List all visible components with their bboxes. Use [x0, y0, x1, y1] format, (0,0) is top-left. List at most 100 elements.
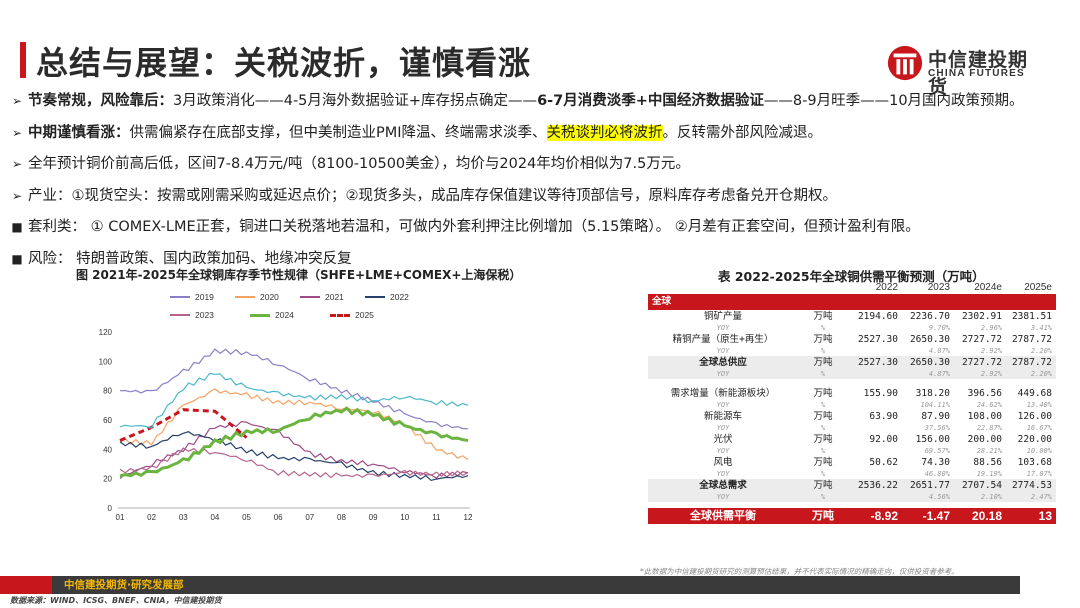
cell-value: 2302.91	[961, 311, 1002, 322]
legend-item: 2022	[365, 288, 430, 306]
square-bullet-icon: ■	[11, 220, 23, 234]
yoy-value: 104.11%	[920, 401, 950, 409]
company-logo: 中信建投期货 CHINA FUTURES	[886, 44, 1046, 98]
page-title: 总结与展望：关税波折，谨慎看涨	[36, 44, 532, 82]
yoy-row: YOY% 46.80% 19.19% 17.07%	[648, 469, 1056, 479]
yoy-value: 4.56%	[928, 493, 950, 501]
supply-demand-table: 2022 2023 2024e 2025e 全球 铜矿产量 万吨 2194.60 22…	[648, 281, 1056, 524]
x-tick-label: 05	[242, 513, 251, 522]
legend-label: 2019	[195, 292, 214, 302]
y-tick-label: 20	[103, 475, 112, 484]
yoy-label: YOY	[716, 447, 730, 455]
yoy-unit: %	[820, 324, 826, 332]
x-tick-label: 06	[274, 513, 283, 522]
yoy-unit: %	[820, 424, 826, 432]
yoy-value: 2.47%	[1030, 493, 1052, 501]
arrow-bullet-icon: ➢	[11, 157, 23, 171]
series-line-2019	[119, 348, 469, 430]
legend-swatch	[330, 313, 350, 317]
yoy-unit: %	[820, 470, 826, 478]
cell-value: 155.90	[863, 388, 898, 399]
row-unit: 万吨	[813, 411, 833, 422]
x-tick-label: 08	[337, 513, 346, 522]
bullet-bold-label: 中期谨慎看涨：	[28, 124, 130, 141]
cell-value: 396.56	[967, 388, 1002, 399]
cell-value: 2727.72	[961, 334, 1002, 345]
bullet-text-tail: ——8-9月旺季——10月国内政策预期。	[763, 93, 1024, 109]
legend-item: 2020	[235, 288, 300, 306]
yoy-unit: %	[820, 347, 826, 355]
row-label: 需求增量（新能源板块）	[670, 388, 776, 399]
table-row: 全球总供应 万吨 2527.30 2650.30 2727.72 2787.72	[648, 356, 1056, 369]
yoy-value: 24.62%	[976, 401, 1002, 409]
y-tick-label: 100	[99, 357, 113, 366]
table-row: 需求增量（新能源板块） 万吨 155.90 318.20 396.56 449.68	[648, 387, 1056, 400]
yoy-label: YOY	[716, 370, 730, 378]
bullet-price-forecast: ➢ 全年预计铜价前高后低，区间7-8.4万元/吨（8100-10500美金），均价…	[6, 151, 1076, 183]
cell-value: 2527.30	[857, 334, 898, 345]
x-tick-label: 12	[464, 513, 473, 522]
data-source: 数据来源：WIND、ICSG、BNEF、CNIA，中信建投期货	[10, 596, 222, 605]
cell-value: 2651.77	[909, 480, 950, 491]
row-unit: 万吨	[813, 311, 833, 322]
table-row: 精铜产量（原生+再生） 万吨 2527.30 2650.30 2727.72 2787.7…	[648, 333, 1056, 346]
yoy-value: 9.70%	[928, 324, 950, 332]
yoy-value: 2.10%	[980, 493, 1002, 501]
cell-value: 88.56	[973, 457, 1002, 468]
summary-bullets: ➢ 节奏常规，风险靠后：3月政策消化——4-5月海外数据验证+库存拐点确定——6-…	[6, 88, 1076, 277]
table-row: 光伏 万吨 92.00 156.00 200.00 220.00	[648, 433, 1056, 446]
yoy-label: YOY	[716, 493, 730, 501]
yoy-value: 4.87%	[928, 370, 950, 378]
arrow-bullet-icon: ➢	[11, 188, 23, 203]
yoy-row: YOY% 69.57% 28.21% 10.00%	[648, 446, 1056, 456]
cell-value: 2787.72	[1011, 357, 1052, 368]
cell-value: 2650.30	[909, 357, 950, 368]
bullet-text: 供需偏紧存在底部支撑，但中美制造业PMI降温、终端需求淡季、	[129, 124, 547, 141]
square-bullet-icon: ■	[11, 251, 23, 266]
yoy-value: 4.87%	[928, 347, 950, 355]
y-tick-label: 60	[103, 416, 112, 425]
row-unit: 万吨	[813, 434, 833, 445]
yoy-unit: %	[820, 447, 826, 455]
table-body: 铜矿产量 万吨 2194.60 2236.70 2302.91 2381.51 YOY% 9.…	[648, 310, 1056, 502]
cell-value: 200.00	[967, 434, 1002, 445]
legend-swatch	[170, 296, 190, 298]
cell-value: 92.00	[869, 434, 898, 445]
bullet-bold-text: 6-7月消费淡季+中国经济数据验证	[537, 93, 764, 109]
legend-swatch	[170, 314, 190, 316]
yoy-value: 10.00%	[1026, 447, 1052, 455]
year-header: 2022	[875, 282, 898, 293]
yoy-value: 37.56%	[924, 424, 950, 432]
cell-value: 2787.72	[1011, 334, 1052, 345]
arrow-bullet-icon: ➢	[11, 125, 23, 140]
yoy-value: 69.57%	[924, 447, 950, 455]
bullet-industry: ➢ 产业：①现货空头：按需或刚需采购或延迟点价；②现货多头，成品库存保值建议等待顶…	[6, 183, 1076, 215]
legend-label: 2020	[260, 292, 279, 302]
yoy-value: 3.41%	[1030, 324, 1052, 332]
title-accent-bar	[20, 42, 26, 78]
year-header: 2025e	[1024, 282, 1052, 293]
table-header-row: 2022 2023 2024e 2025e	[648, 281, 1056, 294]
legend-label: 2022	[390, 292, 409, 302]
yoy-row: YOY% 4.56% 2.10% 2.47%	[648, 492, 1056, 502]
inventory-seasonality-chart: 0 20 40 60 80 100 120 01 02 03 04 05 06 07 08 09 10 11 12	[99, 328, 473, 522]
row-label: 风电	[713, 457, 733, 468]
yoy-value: 2.92%	[980, 347, 1002, 355]
footer-bar: 中信建投期货·研究发展部	[0, 576, 1080, 594]
balance-value: 13	[1038, 509, 1052, 523]
x-tick-label: 10	[400, 513, 409, 522]
bullet-text: 3月政策消化——4-5月海外数据验证+库存拐点确定——	[173, 93, 538, 109]
cell-value: 2194.60	[857, 311, 898, 322]
citic-logo-icon	[887, 45, 923, 81]
bullet-text: 风险： 特朗普政策、国内政策加码、地缘冲突反复	[28, 250, 352, 267]
legend-item: 2021	[300, 288, 365, 306]
yoy-row: YOY% 104.11% 24.62% 13.40%	[648, 400, 1056, 410]
yoy-label: YOY	[716, 324, 730, 332]
cell-value: 87.90	[921, 411, 950, 422]
legend-swatch	[250, 313, 270, 317]
bullet-arbitrage: ■ 套利类： ① COMEX-LME正套，铜进口关税落地若温和，可做内外套利押注比…	[6, 214, 1076, 246]
y-tick-label: 0	[108, 504, 113, 513]
yoy-value: 2.20%	[1030, 370, 1052, 378]
legend-swatch	[235, 296, 255, 298]
row-label: 全球总供应	[699, 357, 747, 368]
